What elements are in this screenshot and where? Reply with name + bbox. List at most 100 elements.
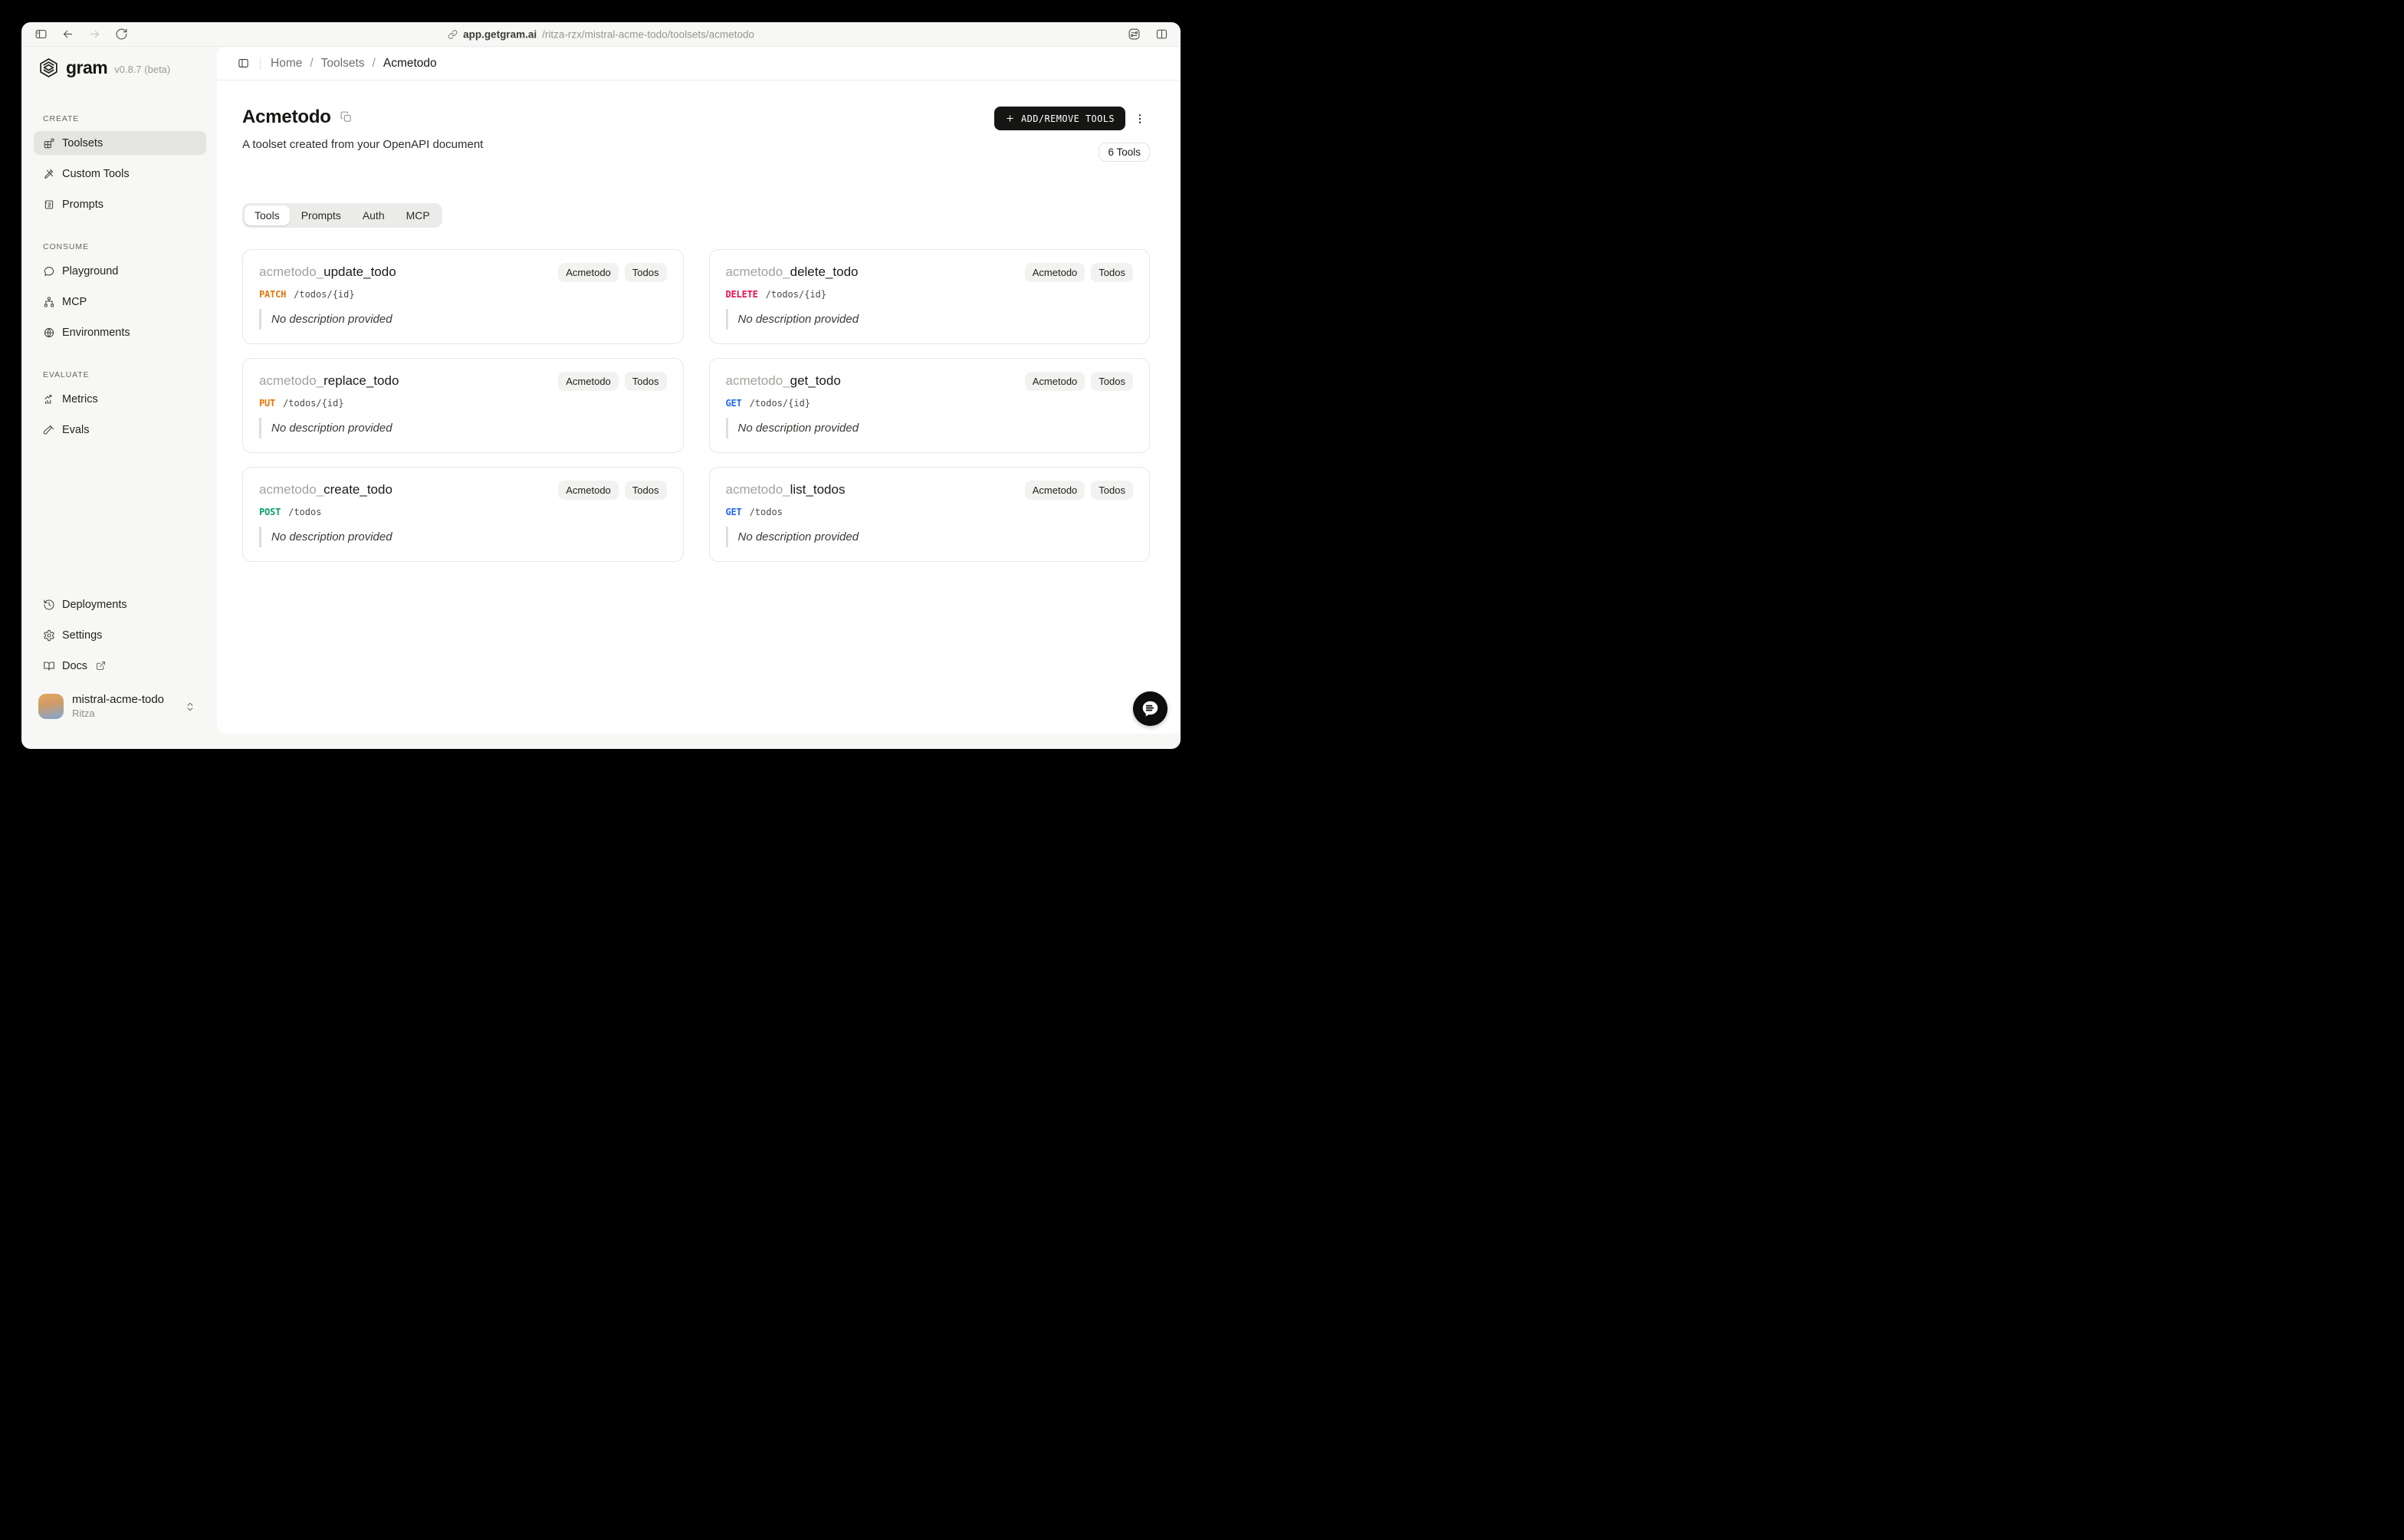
tab-mcp[interactable]: MCP	[396, 205, 440, 225]
sidebar-item-label: Toolsets	[62, 136, 103, 149]
sidebar-item-playground[interactable]: Playground	[34, 259, 206, 283]
route-path: /todos/{id}	[749, 398, 811, 409]
badge-source: Acmetodo	[558, 481, 619, 500]
deployments-icon	[44, 599, 54, 609]
badge-source: Acmetodo	[1024, 263, 1085, 282]
badge-source: Acmetodo	[1024, 372, 1085, 391]
http-method: PUT	[259, 398, 276, 409]
tab-auth[interactable]: Auth	[353, 205, 395, 225]
badge-tag: Todos	[624, 481, 667, 500]
link-icon	[448, 29, 458, 39]
address-bar[interactable]: app.getgram.ai/ritza-rzx/mistral-acme-to…	[448, 28, 754, 40]
breadcrumb: Home / Toolsets / Acmetodo	[271, 56, 437, 71]
tool-card-get-todo[interactable]: acmetodo_get_todo Acmetodo Todos GET /to…	[708, 358, 1150, 453]
breadcrumb-toolsets[interactable]: Toolsets	[321, 57, 365, 71]
external-link-icon	[97, 662, 105, 670]
sidebar-item-label: Playground	[62, 264, 119, 277]
sidebar-item-evals[interactable]: Evals	[34, 418, 206, 442]
tool-route: DELETE /todos/{id}	[726, 289, 1134, 300]
sidebar-item-label: Environments	[62, 326, 130, 339]
http-method: PATCH	[259, 289, 287, 300]
sidebar-item-docs[interactable]: Docs	[34, 654, 206, 678]
route-path: /todos/{id}	[294, 289, 355, 300]
sidebar-item-metrics[interactable]: Metrics	[34, 387, 206, 411]
back-icon[interactable]	[57, 25, 77, 44]
sidebar-section-evaluate: EVALUATE	[43, 370, 90, 379]
http-method: GET	[725, 398, 742, 409]
sidebar-item-deployments[interactable]: Deployments	[34, 593, 206, 616]
badge-tag: Todos	[1091, 481, 1133, 500]
workspace-avatar	[38, 694, 64, 719]
tool-card-list-todos[interactable]: acmetodo_list_todos Acmetodo Todos GET /…	[708, 467, 1150, 562]
tool-route: PUT /todos/{id}	[259, 398, 667, 409]
route-path: /todos/{id}	[283, 398, 344, 409]
browser-sidebar-toggle-icon[interactable]	[31, 25, 51, 44]
gram-logo[interactable]: gram v0.8.7 (beta)	[34, 57, 206, 78]
url-host: app.getgram.ai	[463, 28, 537, 40]
sidebar-item-mcp[interactable]: MCP	[34, 290, 206, 314]
panel-toggle-icon[interactable]	[237, 57, 250, 70]
prompts-icon	[44, 199, 54, 209]
browser-toolbar: app.getgram.ai/ritza-rzx/mistral-acme-to…	[21, 22, 1181, 47]
sidebar-item-label: Metrics	[62, 392, 98, 406]
sidebar-item-custom-tools[interactable]: Custom Tools	[34, 162, 206, 186]
docs-book-icon	[44, 661, 54, 671]
reload-icon[interactable]	[111, 25, 131, 44]
tool-name: acmetodo_replace_todo	[259, 373, 399, 388]
badge-tag: Todos	[624, 372, 667, 391]
tab-prompts[interactable]: Prompts	[291, 205, 351, 225]
route-path: /todos	[749, 507, 783, 517]
tool-description: No description provided	[725, 527, 1134, 547]
http-method: GET	[725, 507, 742, 517]
tool-card-delete-todo[interactable]: acmetodo_delete_todo Acmetodo Todos DELE…	[708, 249, 1150, 344]
divider	[260, 57, 261, 70]
forward-icon[interactable]	[84, 25, 104, 44]
sidebar-item-label: Deployments	[62, 598, 127, 611]
page-subtitle: A toolset created from your OpenAPI docu…	[242, 137, 484, 151]
toolsets-icon	[44, 138, 54, 148]
sidebar-section-create: CREATE	[43, 114, 80, 123]
tool-card-replace-todo[interactable]: acmetodo_replace_todo Acmetodo Todos PUT…	[242, 358, 684, 453]
copy-icon[interactable]	[340, 110, 353, 123]
workspace-org: Ritza	[72, 707, 95, 719]
tools-count-badge: 6 Tools	[1099, 143, 1150, 162]
tool-card-update-todo[interactable]: acmetodo_update_todo Acmetodo Todos PATC…	[242, 249, 684, 344]
sidebar-item-label: Docs	[62, 659, 88, 672]
route-path: /todos/{id}	[765, 289, 827, 300]
app-sidebar: gram v0.8.7 (beta) CREATE Toolsets Custo…	[21, 47, 217, 749]
sidebar-item-label: MCP	[62, 295, 87, 308]
page-settings-icon[interactable]	[1124, 25, 1144, 44]
tool-description: No description provided	[725, 418, 1134, 438]
gear-icon	[44, 629, 54, 641]
app-version: v0.8.7 (beta)	[114, 63, 171, 75]
http-method: POST	[259, 507, 281, 517]
more-options-icon[interactable]	[1130, 110, 1150, 128]
tool-description: No description provided	[259, 527, 667, 547]
sidebar-item-label: Settings	[62, 629, 103, 642]
tab-tools[interactable]: Tools	[245, 205, 290, 225]
sidebar-item-settings[interactable]: Settings	[34, 623, 206, 647]
tool-card-grid: acmetodo_update_todo Acmetodo Todos PATC…	[242, 249, 1150, 562]
tool-route: GET /todos	[726, 507, 1134, 517]
breadcrumb-bar: Home / Toolsets / Acmetodo	[217, 47, 1181, 80]
sidebar-item-toolsets[interactable]: Toolsets	[34, 131, 206, 155]
tool-card-create-todo[interactable]: acmetodo_create_todo Acmetodo Todos POST…	[242, 467, 684, 562]
breadcrumb-current: Acmetodo	[383, 56, 437, 70]
sidebar-item-environments[interactable]: Environments	[34, 320, 206, 344]
add-remove-tools-button[interactable]: ADD/REMOVE TOOLS	[994, 107, 1125, 130]
mcp-icon	[44, 296, 54, 307]
metrics-icon	[44, 394, 52, 404]
badge-tag: Todos	[1091, 372, 1133, 391]
tool-route: PATCH /todos/{id}	[259, 289, 667, 300]
playground-icon	[44, 266, 54, 276]
breadcrumb-home[interactable]: Home	[271, 57, 302, 71]
tool-route: GET /todos/{id}	[726, 398, 1134, 409]
chevrons-up-down-icon	[187, 702, 193, 711]
tab-bar: Tools Prompts Auth MCP	[242, 203, 442, 228]
split-view-icon[interactable]	[1151, 25, 1171, 44]
support-chat-button[interactable]	[1133, 691, 1168, 726]
sidebar-item-prompts[interactable]: Prompts	[34, 192, 206, 216]
workspace-switcher[interactable]: mistral-acme-todo Ritza	[34, 693, 206, 720]
plus-icon	[1007, 115, 1013, 122]
main-panel: Home / Toolsets / Acmetodo Acmetodo A to…	[217, 47, 1181, 734]
